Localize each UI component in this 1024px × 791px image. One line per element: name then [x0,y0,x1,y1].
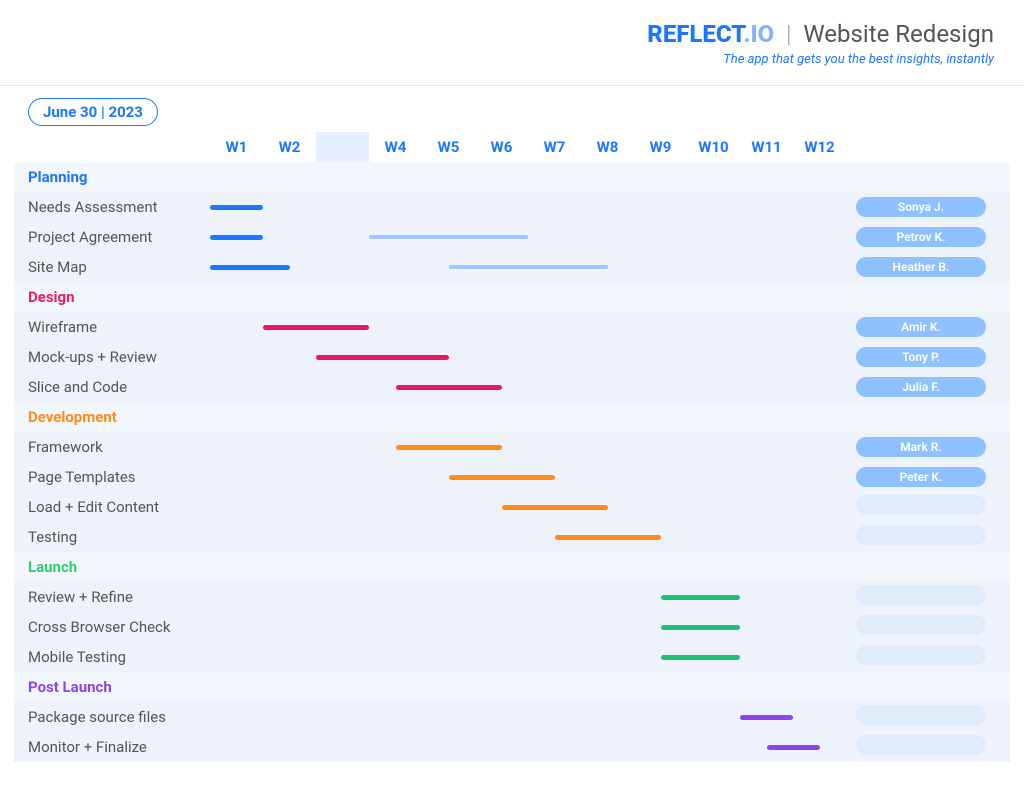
task-label: Load + Edit Content [14,498,210,516]
assignee-pill[interactable] [856,615,986,635]
week-header: W2 [263,138,316,156]
task-row: Framework Mark R. [14,432,1010,462]
assignee-pill[interactable]: Petrov K. [856,227,986,247]
task-row: Package source files [14,702,1010,732]
title-separator: | [780,20,797,48]
page-title: REFLECT.IO | Website Redesign [30,20,994,48]
assignee-pill[interactable]: Sonya J. [856,197,986,217]
assignee-pill[interactable] [856,645,986,665]
task-row: Review + Refine [14,582,1010,612]
task-row: Testing [14,522,1010,552]
task-bar[interactable] [767,745,820,750]
assignee-pill[interactable] [856,525,986,545]
task-label: Wireframe [14,318,210,336]
task-row: Page Templates Peter K. [14,462,1010,492]
task-bar[interactable] [263,325,369,330]
week-header: W12 [793,138,846,156]
group-label: Design [14,288,210,306]
group-header: Post Launch [14,672,1010,702]
task-bar[interactable] [661,625,741,630]
week-header: W5 [422,138,475,156]
group-label: Development [14,408,210,426]
assignee-pill[interactable] [856,735,986,755]
assignee-pill[interactable]: Heather B. [856,257,986,277]
task-label: Review + Refine [14,588,210,606]
task-row: Wireframe Amir K. [14,312,1010,342]
task-bar[interactable] [396,445,502,450]
task-row: Site Map Heather B. [14,252,1010,282]
task-bar[interactable] [449,475,555,480]
brand-name-a: REFLECT [647,20,743,48]
group-header: Design [14,282,1010,312]
gantt-chart: W1W2W3W4W5W6W7W8W9W10W11W12 Planning Need… [14,132,1010,762]
task-label: Needs Assessment [14,198,210,216]
group-label: Launch [14,558,210,576]
week-header: W10 [687,138,740,156]
task-bar[interactable] [210,265,290,270]
task-bar[interactable] [396,385,502,390]
week-header: W6 [475,138,528,156]
task-label: Project Agreement [14,228,210,246]
task-row: Slice and Code Julia F. [14,372,1010,402]
task-label: Site Map [14,258,210,276]
assignee-pill[interactable]: Peter K. [856,467,986,487]
assignee-pill[interactable]: Mark R. [856,437,986,457]
week-header: W8 [581,138,634,156]
task-bar[interactable] [210,235,263,240]
task-bar[interactable] [502,505,608,510]
group-label: Planning [14,168,210,186]
task-label: Package source files [14,708,210,726]
assignee-pill[interactable]: Julia F. [856,377,986,397]
task-row: Monitor + Finalize [14,732,1010,762]
group-header: Development [14,402,1010,432]
group-label: Post Launch [14,678,210,696]
task-bar[interactable] [210,205,263,210]
week-header: W4 [369,138,422,156]
task-bar[interactable] [555,535,661,540]
task-label: Cross Browser Check [14,618,210,636]
header-divider [0,85,1024,86]
task-row: Project Agreement Petrov K. [14,222,1010,252]
week-header: W9 [634,138,687,156]
brand-name-b: .IO [743,20,774,48]
task-row: Mock-ups + Review Tony P. [14,342,1010,372]
header: REFLECT.IO | Website Redesign The app th… [0,0,1024,77]
task-bar[interactable] [740,715,793,720]
task-label: Framework [14,438,210,456]
task-row: Cross Browser Check [14,612,1010,642]
task-label: Page Templates [14,468,210,486]
assignee-pill[interactable]: Tony P. [856,347,986,367]
group-header: Planning [14,162,1010,192]
task-row: Needs Assessment Sonya J. [14,192,1010,222]
assignee-pill[interactable] [856,585,986,605]
task-bar[interactable] [316,355,449,360]
assignee-pill[interactable] [856,705,986,725]
task-label: Testing [14,528,210,546]
task-bar-secondary[interactable] [449,265,608,269]
task-bar[interactable] [661,655,741,660]
task-label: Monitor + Finalize [14,738,210,756]
week-header-row: W1W2W3W4W5W6W7W8W9W10W11W12 [14,132,1010,162]
week-header: W11 [740,138,793,156]
date-pill[interactable]: June 30 | 2023 [28,98,158,126]
task-bar-secondary[interactable] [369,235,528,239]
task-row: Load + Edit Content [14,492,1010,522]
task-row: Mobile Testing [14,642,1010,672]
group-header: Launch [14,552,1010,582]
week-header: W1 [210,138,263,156]
week-header: W7 [528,138,581,156]
task-label: Mock-ups + Review [14,348,210,366]
task-bar[interactable] [661,595,741,600]
task-label: Slice and Code [14,378,210,396]
week-header: W3 [316,138,369,156]
assignee-pill[interactable]: Amir K. [856,317,986,337]
assignee-pill[interactable] [856,495,986,515]
tagline: The app that gets you the best insights,… [30,52,994,67]
project-name: Website Redesign [803,20,994,48]
task-label: Mobile Testing [14,648,210,666]
